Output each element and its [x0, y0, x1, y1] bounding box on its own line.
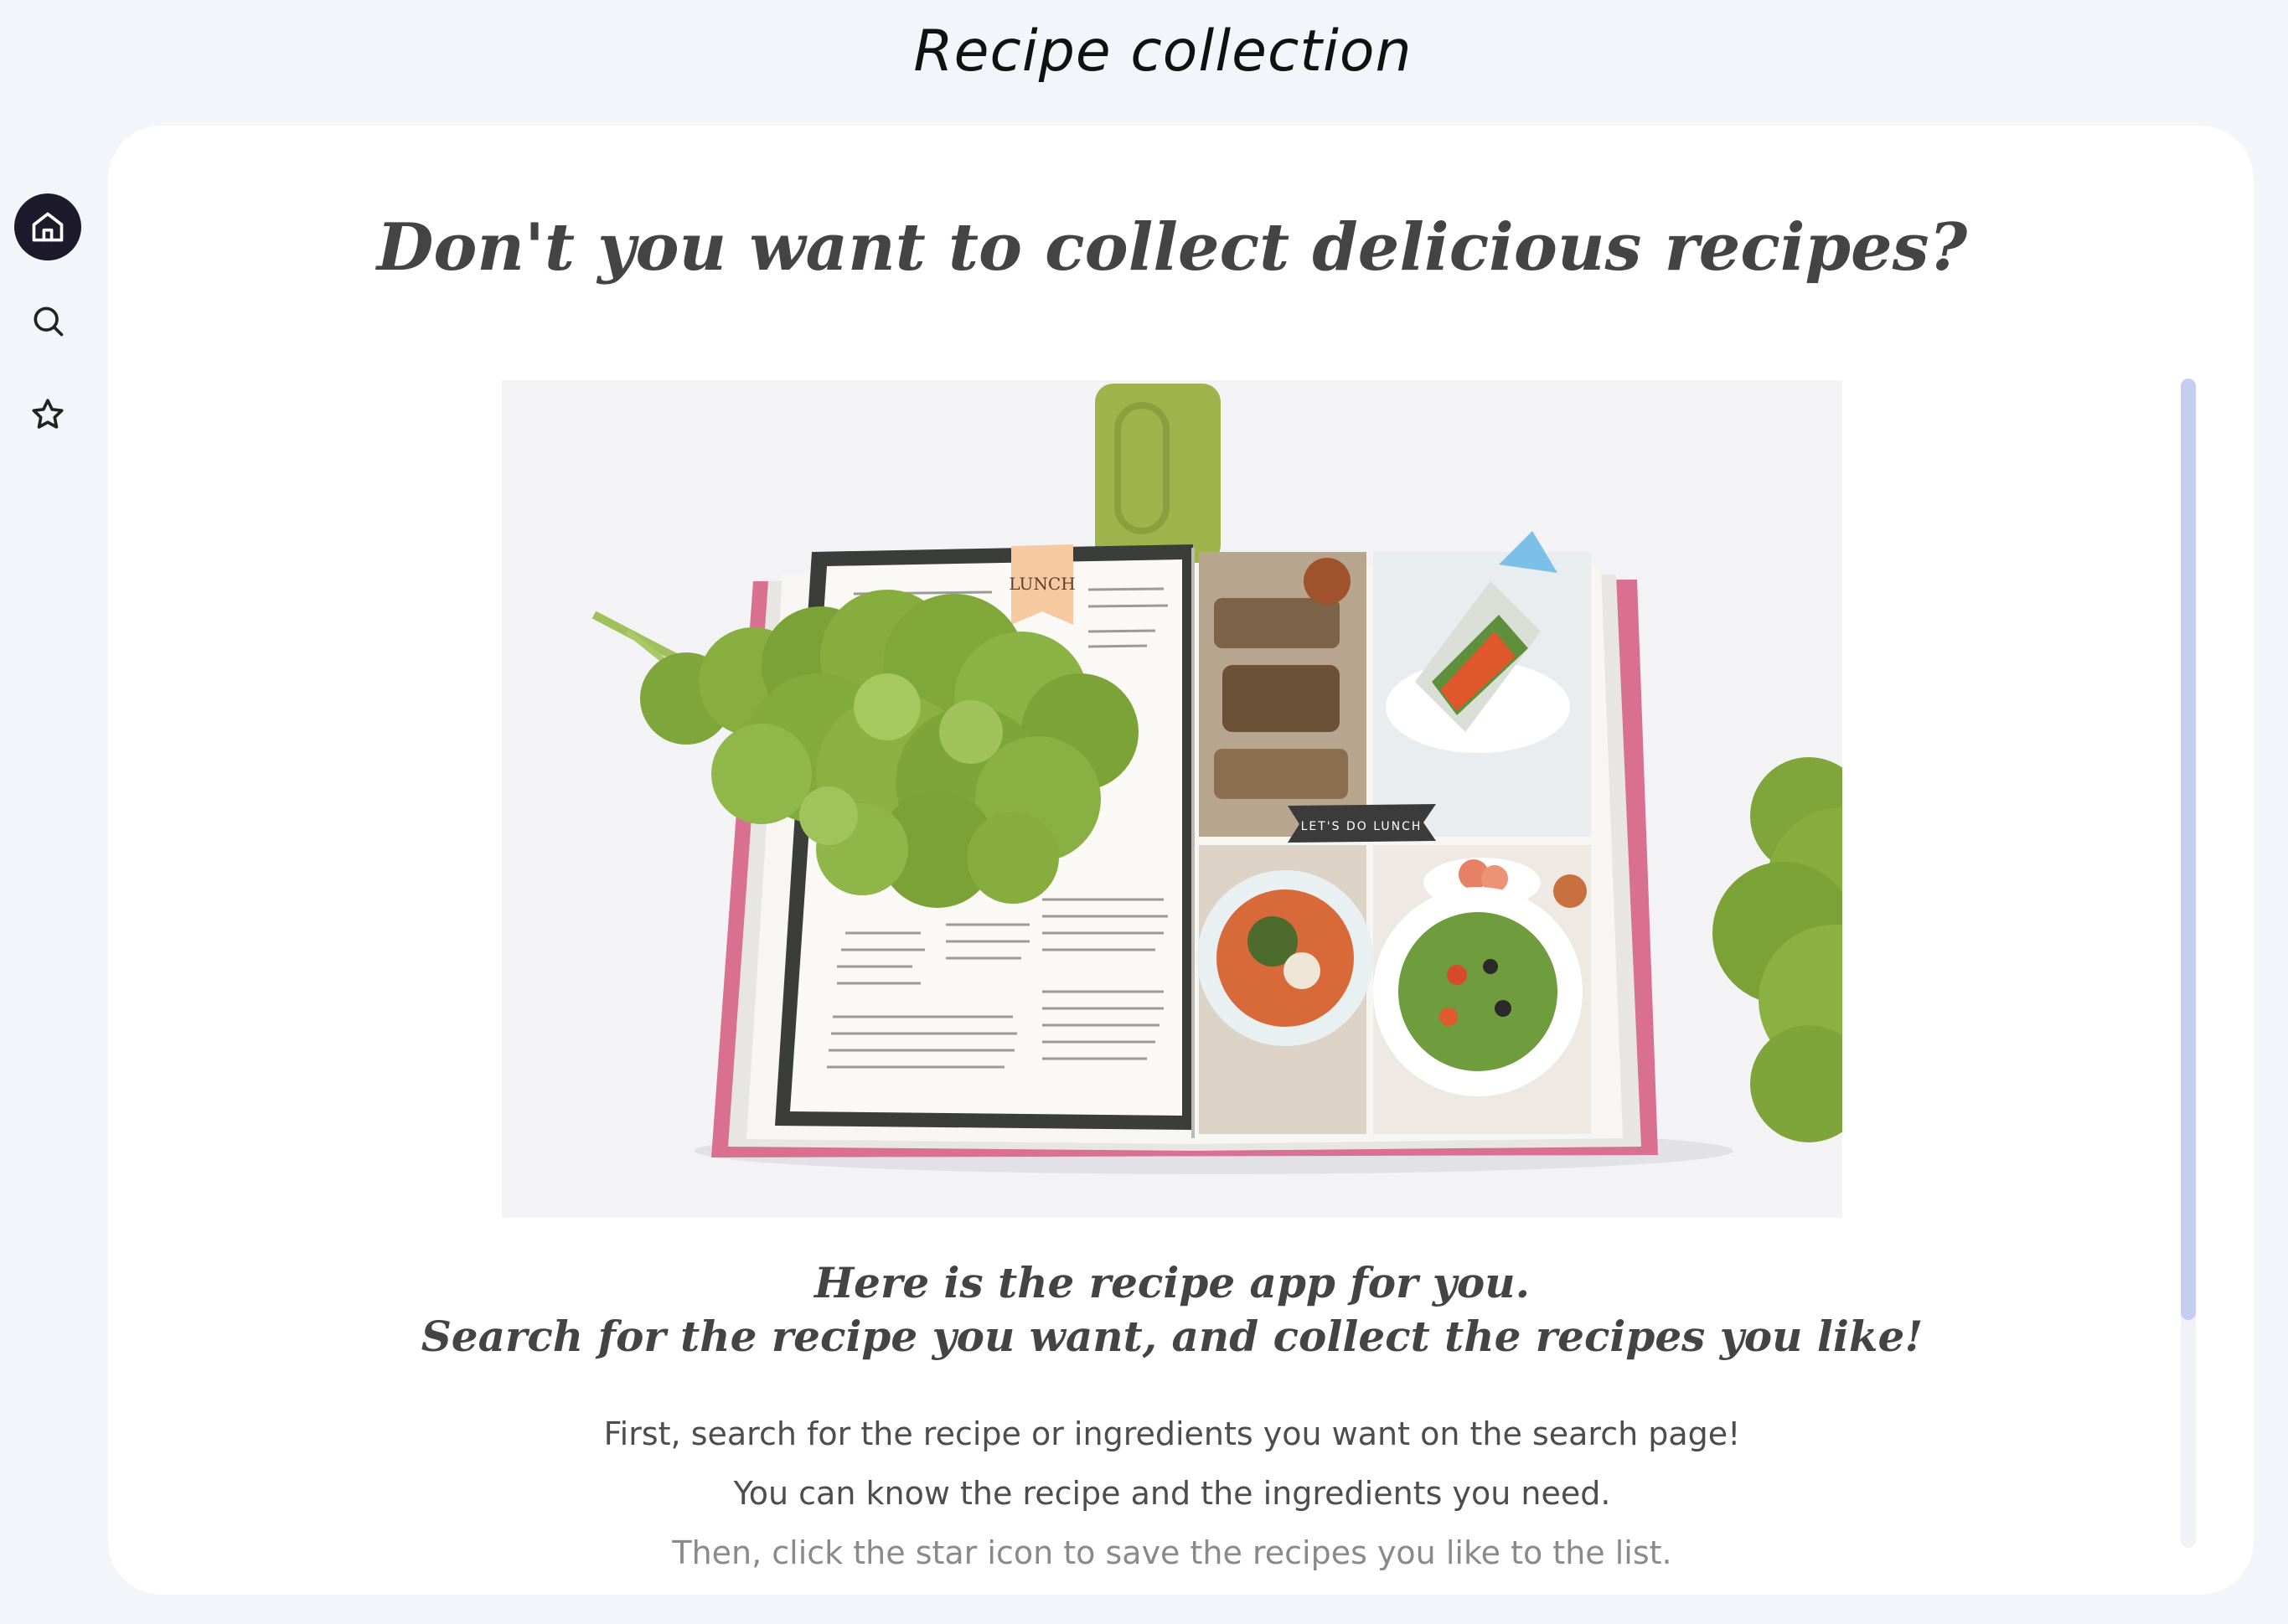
sidebar-item-home[interactable]	[14, 193, 81, 260]
tagline-line-1: Here is the recipe app for you.	[813, 1258, 1531, 1307]
intro-text-3: Then, click the star icon to save the re…	[672, 1534, 1672, 1571]
main-card: Don't you want to collect delicious reci…	[108, 126, 2254, 1595]
home-icon	[32, 212, 64, 242]
book-label-text: LUNCH	[1009, 574, 1075, 594]
scrollbar-track[interactable]	[2181, 379, 2196, 1548]
search-icon	[34, 307, 64, 337]
intro-text-2: You can know the recipe and the ingredie…	[733, 1475, 1611, 1512]
star-icon	[32, 399, 64, 429]
sidebar-item-favorites[interactable]	[14, 381, 81, 448]
recipe-book-illustration: LUNCH LET'S DO LUNCH	[502, 380, 1842, 1218]
page-headline: Don't you want to collect delicious reci…	[376, 209, 1968, 286]
sidebar-item-search[interactable]	[14, 287, 81, 354]
app-title: Recipe collection	[913, 18, 1413, 85]
recipe-book-image: LUNCH LET'S DO LUNCH	[502, 380, 1842, 1218]
photo-label-text: LET'S DO LUNCH	[1301, 820, 1423, 833]
main-content: Don't you want to collect delicious reci…	[108, 126, 2236, 1595]
sidebar-nav	[14, 193, 81, 475]
scrollbar-thumb[interactable]	[2181, 379, 2196, 1320]
tagline-line-2: Search for the recipe you want, and coll…	[421, 1312, 1924, 1361]
intro-text-1: First, search for the recipe or ingredie…	[603, 1415, 1741, 1452]
